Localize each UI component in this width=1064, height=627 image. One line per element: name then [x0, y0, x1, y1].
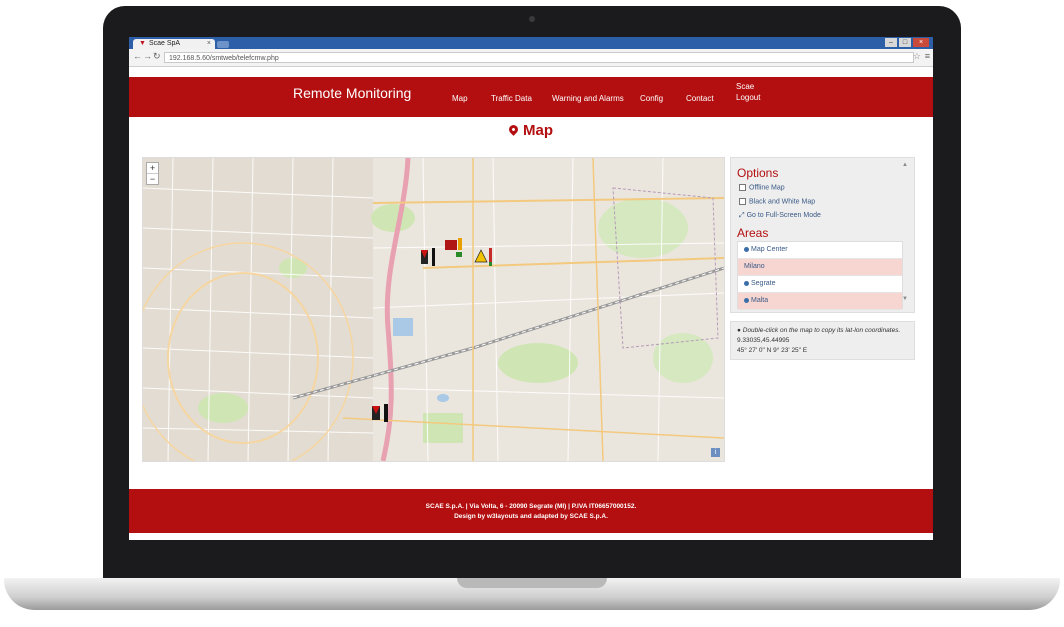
url-field[interactable]: 192.168.5.60/smtweb/telefcmw.php: [164, 52, 914, 63]
browser-tabbar: ▼ Scae SpA × – □ ×: [129, 37, 933, 49]
nav-warning-alarms[interactable]: Warning and Alarms: [552, 94, 624, 103]
footer-credits: Design by w3layouts and adapted by SCAE …: [454, 513, 608, 520]
areas-list: Map Center Milano Segrate Malta: [737, 241, 903, 310]
options-heading: Options: [737, 166, 779, 180]
user-menu: Scae Logout: [736, 81, 760, 103]
fullscreen-link[interactable]: ⤢ Go to Full-Screen Mode: [739, 212, 821, 220]
browser-tab[interactable]: ▼ Scae SpA ×: [133, 39, 215, 49]
webcam: [529, 16, 535, 22]
scroll-down-icon[interactable]: ▼: [902, 296, 908, 302]
fullscreen-label: Go to Full-Screen Mode: [746, 212, 821, 219]
nav-contact[interactable]: Contact: [686, 94, 714, 103]
scroll-up-icon[interactable]: ▲: [902, 162, 908, 168]
brand-title[interactable]: Remote Monitoring: [293, 85, 411, 101]
screen: ▼ Scae SpA × – □ × ← → ↻ 192.168.5.60/smt…: [129, 37, 933, 540]
laptop-notch: [457, 578, 607, 588]
bw-map-option[interactable]: Black and White Map: [739, 198, 815, 205]
favicon-icon: ▼: [139, 40, 146, 47]
traffic-sensor-marker[interactable]: [421, 248, 435, 266]
location-icon: [744, 297, 749, 303]
area-label: Segrate: [751, 280, 776, 287]
help-icon: ●: [737, 327, 741, 334]
bw-map-label: Black and White Map: [749, 198, 816, 206]
expand-icon: ⤢: [739, 212, 745, 219]
maximize-icon[interactable]: □: [899, 38, 911, 47]
close-window-icon[interactable]: ×: [913, 38, 929, 47]
list-item[interactable]: Segrate: [738, 276, 902, 293]
list-item[interactable]: Malta: [738, 293, 902, 310]
location-icon: [744, 280, 749, 286]
tab-title: Scae SpA: [148, 40, 181, 47]
nav-map[interactable]: Map: [452, 94, 468, 103]
hint-text: Double-click on the map to copy its lat-…: [742, 327, 901, 334]
area-label: Map Center: [751, 246, 788, 253]
nav-config[interactable]: Config: [640, 94, 663, 103]
location-icon: [744, 246, 749, 252]
options-panel: ▲ Options Offline Map Black and White Ma…: [730, 157, 915, 313]
page-title: Map: [129, 122, 933, 139]
minimize-icon[interactable]: –: [885, 38, 897, 47]
checkbox-icon[interactable]: [739, 198, 746, 205]
map-tiles: [143, 158, 724, 461]
list-item[interactable]: Map Center: [738, 242, 902, 259]
back-icon[interactable]: ←: [133, 51, 142, 61]
close-tab-icon[interactable]: ×: [207, 39, 211, 49]
map-view[interactable]: + − i: [142, 157, 725, 462]
nav-traffic-data[interactable]: Traffic Data: [491, 94, 532, 103]
traffic-sensor-marker[interactable]: [372, 404, 388, 422]
map-marker-icon: [507, 123, 520, 136]
page-title-text: Map: [523, 122, 553, 139]
user-name[interactable]: Scae: [736, 81, 760, 92]
footer-company: SCAE S.p.A. | Via Volta, 6 - 20090 Segra…: [425, 503, 637, 510]
browser-menu-icon[interactable]: ≡: [925, 51, 930, 61]
map-info-icon[interactable]: i: [711, 448, 720, 457]
reload-icon[interactable]: ↻: [153, 51, 161, 62]
new-tab-button[interactable]: [217, 41, 229, 48]
address-bar: ← → ↻ 192.168.5.60/smtweb/telefcmw.php ☆…: [129, 49, 933, 67]
site-header: Remote Monitoring Map Traffic Data Warni…: [129, 77, 933, 117]
bookmark-star-icon[interactable]: ☆: [913, 51, 921, 62]
areas-heading: Areas: [737, 226, 769, 240]
forward-icon[interactable]: →: [143, 51, 152, 61]
area-label: Milano: [744, 263, 765, 270]
logout-link[interactable]: Logout: [736, 92, 760, 103]
coordinates-decimal: 9.33035,45.44995: [737, 337, 790, 344]
coordinates-hint: ● Double-click on the map to copy its la…: [737, 326, 908, 336]
coordinates-panel: ● Double-click on the map to copy its la…: [730, 321, 915, 360]
site-footer: SCAE S.p.A. | Via Volta, 6 - 20090 Segra…: [129, 489, 933, 533]
coordinates-dms: 45° 27' 0" N 9° 23' 25" E: [737, 347, 808, 354]
list-item[interactable]: Milano: [738, 259, 902, 276]
window-controls: – □ ×: [885, 38, 929, 47]
offline-map-label: Offline Map: [749, 184, 785, 192]
checkbox-icon[interactable]: [739, 184, 746, 191]
zoom-controls: + −: [146, 162, 159, 185]
offline-map-option[interactable]: Offline Map: [739, 184, 785, 191]
zoom-out-button[interactable]: −: [147, 174, 158, 184]
area-label: Malta: [751, 297, 769, 304]
zoom-in-button[interactable]: +: [147, 163, 158, 174]
